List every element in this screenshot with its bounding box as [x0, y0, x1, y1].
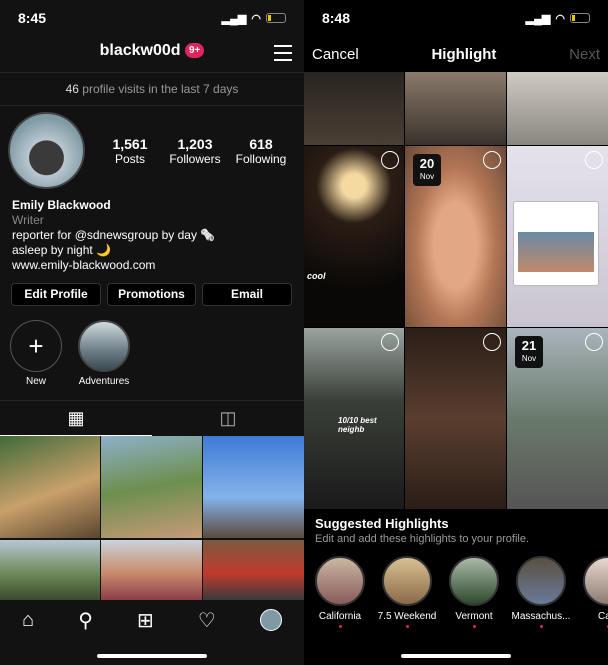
profile-actions: Edit Profile Promotions Email [11, 283, 292, 306]
promotions-button[interactable]: Promotions [107, 283, 196, 306]
bottom-nav: ⌂ ⚲ ⊞ ♡ [0, 600, 304, 640]
visits-text: profile visits in the last 7 days [78, 82, 239, 96]
select-circle[interactable] [483, 151, 501, 169]
avatar[interactable] [8, 112, 85, 189]
bio-line: asleep by night 🌙 [12, 243, 111, 257]
category: Writer [12, 213, 44, 227]
next-button[interactable]: Next [569, 46, 600, 63]
heart-icon[interactable]: ♡ [198, 608, 216, 633]
story-thumb[interactable]: cool [304, 146, 404, 327]
home-indicator [97, 654, 207, 658]
bio-line: reporter for @sdnewsgroup by day 🗞️ [12, 228, 216, 242]
profile-stats: 1,561 Posts 1,203 Followers 618 Following [100, 136, 292, 166]
battery-icon [266, 13, 286, 23]
battery-icon [570, 13, 590, 23]
add-icon[interactable]: ⊞ [137, 608, 154, 633]
stat-label: Followers [169, 152, 221, 166]
status-time: 8:45 [18, 10, 47, 26]
stat-value: 1,561 [112, 136, 148, 152]
suggested-highlights: Suggested Highlights Edit and add these … [315, 516, 529, 545]
stat-value: 1,203 [177, 136, 213, 152]
profile-icon[interactable] [259, 609, 282, 631]
highlight-new[interactable]: + New [10, 320, 62, 387]
bio: Emily Blackwood Writer reporter for @sdn… [12, 198, 215, 273]
grid-icon[interactable]: ▦ [0, 401, 152, 436]
select-circle[interactable] [585, 151, 603, 169]
story-thumb[interactable] [405, 72, 506, 145]
story-caption: cool [307, 271, 326, 281]
suggested-item[interactable]: 7.5 Weekend [374, 556, 440, 628]
signal-icon: ▂▄▆ [525, 12, 551, 25]
highlight-label: New [25, 376, 46, 387]
visits-count: 46 [65, 82, 79, 96]
suggested-item[interactable]: Vermont [441, 556, 507, 628]
profile-visits[interactable]: 46 profile visits in the last 7 days [0, 72, 304, 106]
highlight-adventures[interactable]: Adventures [76, 320, 132, 387]
stat-value: 618 [249, 136, 273, 152]
status-icons: ▂▄▆ ◠ [526, 10, 590, 26]
select-circle[interactable] [381, 333, 399, 351]
stat-label: Posts [114, 152, 145, 166]
signal-icon: ▂▄▆ [221, 12, 247, 25]
story-thumb[interactable] [304, 72, 404, 145]
username[interactable]: blackw00d [100, 42, 181, 59]
status-bar: 8:45 ▂▄▆ ◠ [18, 10, 286, 26]
suggested-item[interactable]: California [307, 556, 373, 628]
post-grid [0, 436, 304, 600]
post-thumb[interactable] [101, 540, 202, 600]
select-circle[interactable] [381, 151, 399, 169]
highlight-cover [78, 320, 130, 372]
stat-posts[interactable]: 1,561 Posts [100, 136, 160, 166]
select-circle[interactable] [483, 333, 501, 351]
story-date: 21 Nov [515, 336, 543, 368]
home-icon[interactable]: ⌂ [22, 609, 34, 632]
profile-screen: 8:45 ▂▄▆ ◠ blackw00d 9+ 46 profile visits… [0, 0, 304, 665]
home-indicator [401, 654, 511, 658]
post-thumb[interactable] [203, 436, 304, 538]
post-thumb[interactable] [0, 540, 100, 600]
cancel-button[interactable]: Cancel [312, 46, 359, 63]
post-thumb[interactable] [101, 436, 202, 538]
post-thumb[interactable] [203, 540, 304, 600]
suggested-item[interactable]: Massachus... [508, 556, 574, 628]
story-thumb[interactable]: 21 Nov [507, 328, 608, 509]
status-icons: ▂▄▆ ◠ [222, 10, 286, 26]
notification-badge[interactable]: 9+ [184, 43, 205, 58]
suggested-title: Suggested Highlights [315, 516, 449, 531]
story-thumb[interactable]: 10/10 best neighb [304, 328, 404, 509]
picker-header: Cancel Highlight Next [312, 46, 600, 63]
story-thumb[interactable] [507, 146, 608, 327]
stat-followers[interactable]: 1,203 Followers [160, 136, 230, 166]
story-grid: cool 20 Nov 10/10 best neighb 21 Nov [304, 72, 608, 509]
plus-icon: + [10, 320, 62, 372]
display-name: Emily Blackwood [12, 198, 111, 212]
post-thumb[interactable] [0, 436, 100, 538]
profile-tabs: ▦ ◫ [0, 400, 304, 436]
highlight-picker-screen: 8:48 ▂▄▆ ◠ Cancel Highlight Next cool 20 N… [304, 0, 608, 665]
tagged-icon[interactable]: ◫ [152, 401, 304, 436]
wifi-icon: ◠ [251, 12, 261, 25]
story-thumb[interactable]: 20 Nov [405, 146, 506, 327]
suggested-subtitle: Edit and add these highlights to your pr… [315, 533, 530, 545]
story-thumb[interactable] [405, 328, 506, 509]
story-caption: 10/10 best neighb [338, 416, 377, 434]
highlight-label: Adventures [78, 376, 130, 387]
menu-icon[interactable] [274, 45, 292, 66]
select-circle[interactable] [585, 333, 603, 351]
wifi-icon: ◠ [555, 12, 565, 25]
stat-following[interactable]: 618 Following [230, 136, 292, 166]
story-date: 20 Nov [413, 154, 441, 186]
status-time: 8:48 [322, 10, 351, 26]
story-thumb[interactable] [507, 72, 608, 145]
search-icon[interactable]: ⚲ [78, 608, 93, 633]
email-button[interactable]: Email [202, 283, 292, 306]
stat-label: Following [235, 152, 287, 166]
page-title: Highlight [431, 46, 497, 63]
website-link[interactable]: www.emily-blackwood.com [12, 258, 215, 273]
suggested-item[interactable]: Calif [575, 556, 608, 628]
status-bar: 8:48 ▂▄▆ ◠ [322, 10, 590, 26]
profile-header: blackw00d 9+ [0, 42, 304, 60]
edit-profile-button[interactable]: Edit Profile [11, 283, 101, 306]
